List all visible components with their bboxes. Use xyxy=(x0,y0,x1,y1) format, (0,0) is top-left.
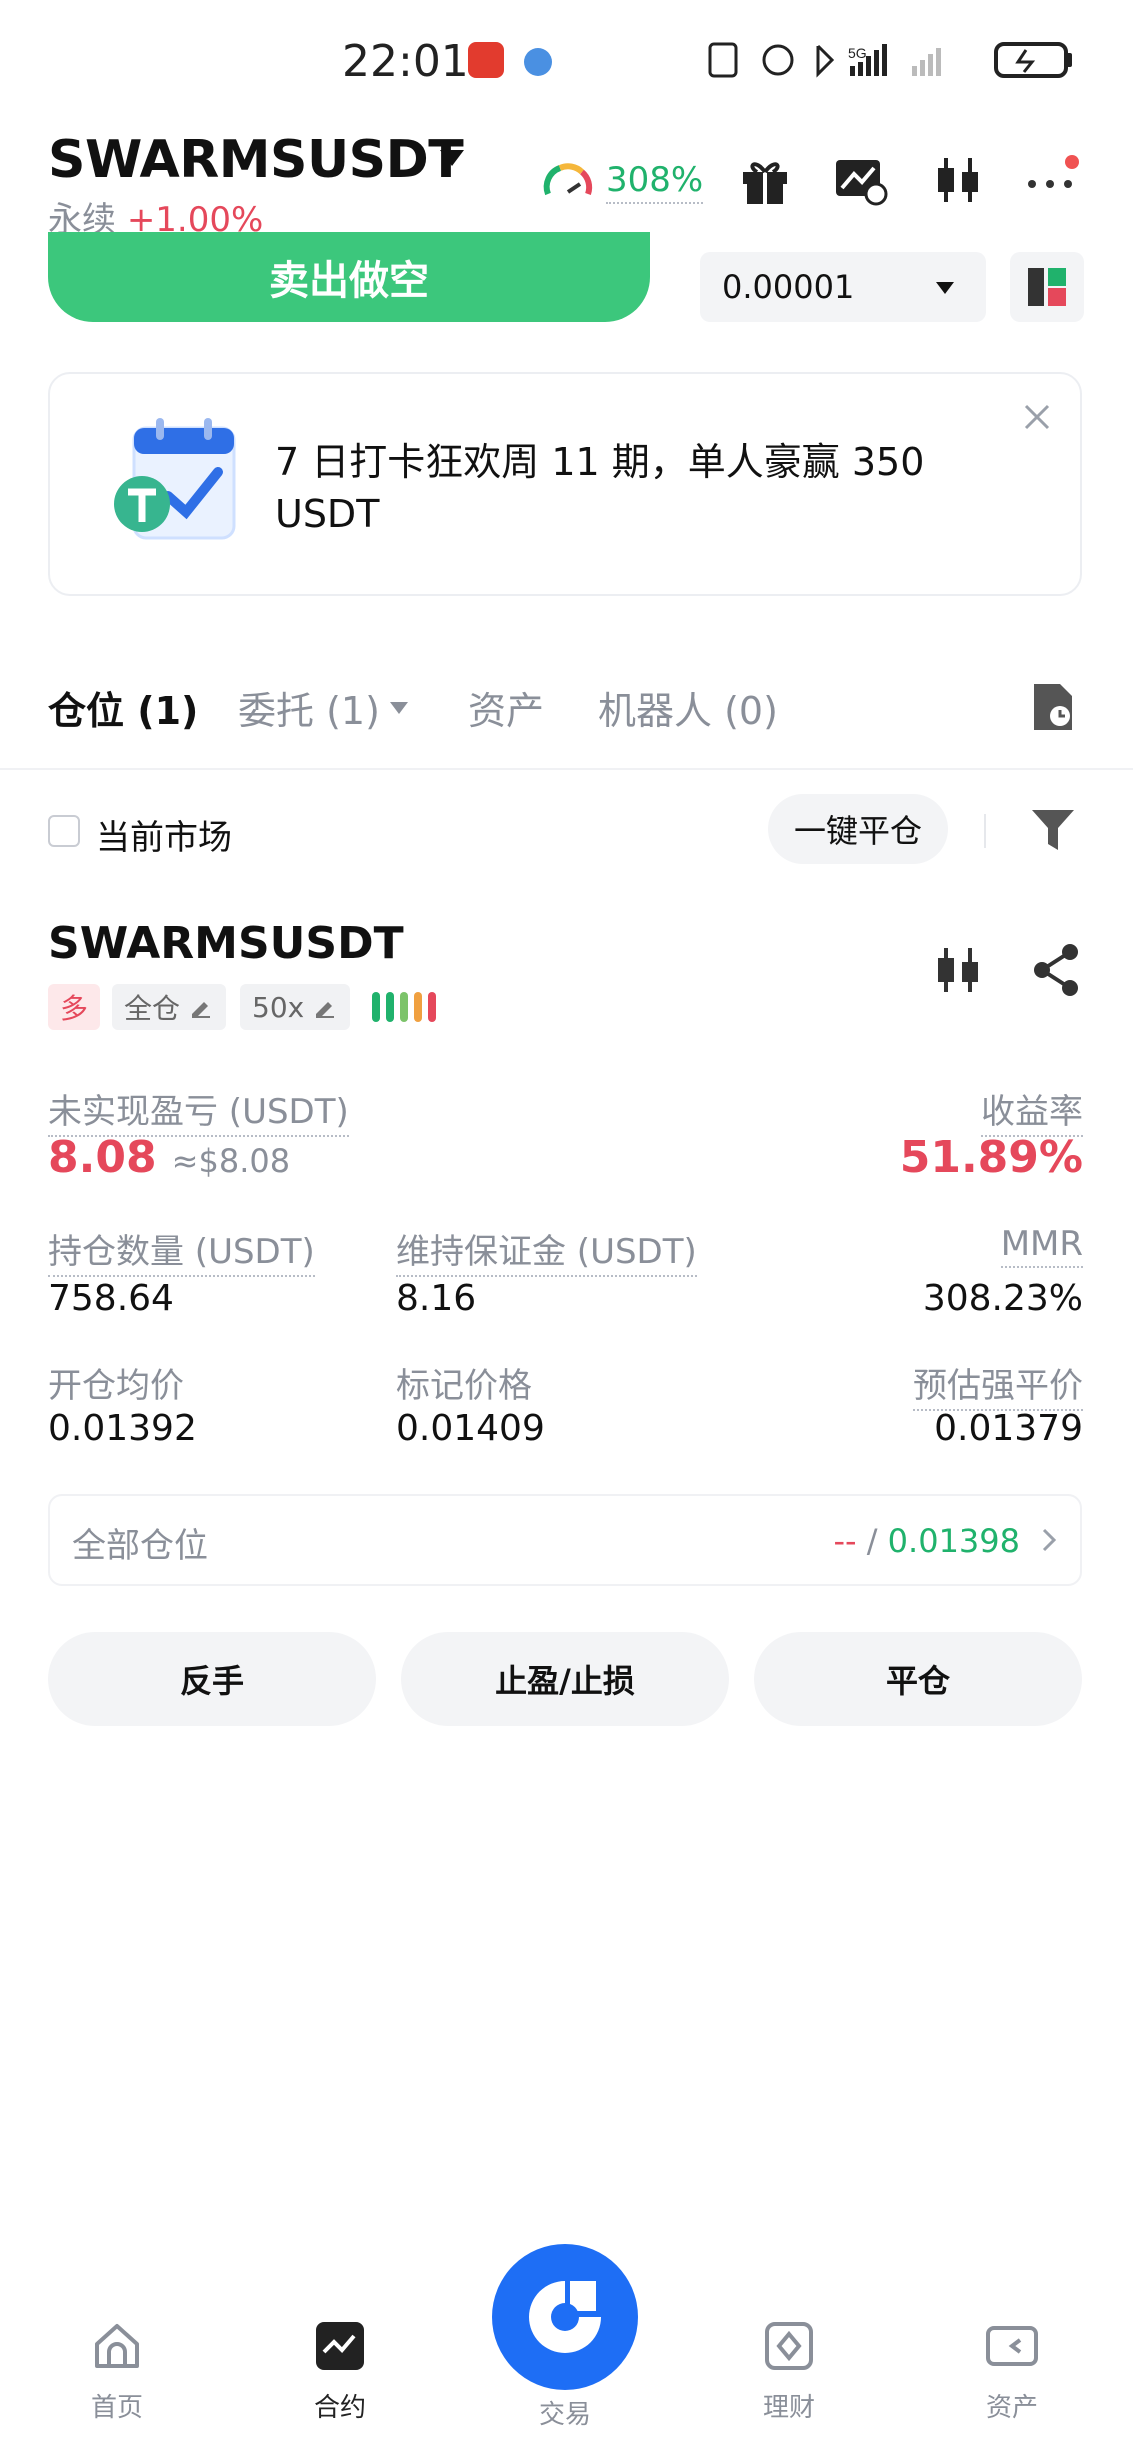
nav-futures[interactable]: 合约 xyxy=(280,2320,400,2424)
mark-label: 标记价格 xyxy=(396,1366,532,1406)
nav-earn[interactable]: 理财 xyxy=(729,2320,849,2424)
current-market-label: 当前市场 xyxy=(96,818,232,858)
nav-futures-label: 合约 xyxy=(313,2393,366,2423)
browser-notification-icon xyxy=(524,48,552,76)
mark-value: 0.01409 xyxy=(396,1408,545,1449)
pair-title[interactable]: SWARMSUSDT xyxy=(48,130,464,190)
entry-value: 0.01392 xyxy=(48,1408,197,1449)
more-icon[interactable] xyxy=(1022,150,1082,210)
divider xyxy=(984,814,986,848)
banner-text: 7 日打卡狂欢周 11 期，单人豪赢 350 USDT xyxy=(275,440,925,536)
current-market-checkbox[interactable] xyxy=(48,815,80,847)
svg-text:5G: 5G xyxy=(848,45,867,61)
tabs-divider xyxy=(0,768,1133,770)
nav-assets[interactable]: 资产 xyxy=(952,2320,1072,2424)
chevron-right-icon xyxy=(1042,1528,1057,1552)
roe-value: 51.89% xyxy=(899,1132,1083,1183)
earn-icon xyxy=(765,2322,813,2370)
position-chart-icon[interactable] xyxy=(928,940,988,1000)
app-notification-icon xyxy=(468,42,504,78)
position-symbol: SWARMSUSDT xyxy=(48,918,404,969)
adl-indicator xyxy=(372,992,442,1026)
size-label: 持仓数量 (USDT) xyxy=(48,1224,315,1277)
close-icon[interactable] xyxy=(1020,400,1054,434)
trade-icon xyxy=(529,2281,601,2353)
tab-positions[interactable]: 仓位 (1) xyxy=(48,680,198,735)
upnl-usd: ≈$8.08 xyxy=(171,1142,291,1180)
orders-dropdown-icon[interactable] xyxy=(390,702,408,714)
trade-button[interactable] xyxy=(492,2244,638,2390)
edit-icon xyxy=(316,1002,335,1018)
calendar-promo-icon xyxy=(114,418,236,540)
tpsl-button[interactable]: 止盈/止损 xyxy=(401,1632,729,1726)
status-bar: 22:01 5G xyxy=(0,0,1133,120)
all-positions-row[interactable]: 全部仓位 -- / 0.01398 xyxy=(48,1494,1082,1586)
tab-assets[interactable]: 资产 xyxy=(468,680,544,735)
status-time: 22:01 xyxy=(342,36,469,87)
reverse-button[interactable]: 反手 xyxy=(48,1632,376,1726)
chevron-down-icon xyxy=(936,282,954,294)
promo-banner[interactable]: 7 日打卡狂欢周 11 期，单人豪赢 350 USDT xyxy=(48,372,1082,596)
tab-orders[interactable]: 委托 (1) xyxy=(238,680,380,735)
all-positions-values: -- / 0.01398 xyxy=(833,1522,1020,1560)
nav-home[interactable]: 首页 xyxy=(57,2320,177,2424)
margin-mode-badge[interactable]: 全仓 xyxy=(112,984,227,1030)
gift-icon[interactable] xyxy=(735,150,795,210)
maint-margin-label: 维持保证金 (USDT) xyxy=(396,1224,697,1277)
nav-home-label: 首页 xyxy=(90,2393,143,2423)
edit-icon xyxy=(192,1002,211,1018)
layout-toggle-icon[interactable] xyxy=(1010,252,1084,322)
size-value: 758.64 xyxy=(48,1278,174,1319)
price-step-select[interactable]: 0.00001 xyxy=(700,252,986,322)
home-icon xyxy=(95,2324,139,2368)
all-positions-right: 0.01398 xyxy=(887,1522,1020,1560)
futures-icon xyxy=(316,2322,364,2370)
tab-bots[interactable]: 机器人 (0) xyxy=(598,680,778,735)
liq-label: 预估强平价 xyxy=(913,1358,1083,1411)
upnl-value: 8.08 xyxy=(48,1132,157,1183)
all-positions-left: -- xyxy=(833,1522,857,1560)
nav-earn-label: 理财 xyxy=(762,2393,815,2423)
system-status-icons: 5G xyxy=(708,42,1072,78)
history-icon[interactable] xyxy=(1030,680,1076,734)
chart-alert-icon[interactable] xyxy=(830,150,890,210)
nav-trade-label[interactable]: 交易 xyxy=(505,2394,625,2431)
gauge-icon[interactable] xyxy=(540,158,596,214)
gauge-value[interactable]: 308% xyxy=(606,160,704,204)
margin-mode-label: 全仓 xyxy=(124,992,181,1025)
mmr-label: MMR xyxy=(1000,1224,1083,1268)
nav-assets-label: 资产 xyxy=(985,2393,1038,2423)
leverage-badge[interactable]: 50x xyxy=(240,984,351,1030)
share-icon[interactable] xyxy=(1026,940,1086,1000)
liq-value: 0.01379 xyxy=(934,1408,1083,1449)
leverage-label: 50x xyxy=(252,990,305,1024)
mmr-value: 308.23% xyxy=(922,1278,1083,1319)
roe-label: 收益率 xyxy=(981,1084,1083,1137)
maint-margin-value: 8.16 xyxy=(396,1278,477,1319)
upnl-label: 未实现盈亏 (USDT) xyxy=(48,1084,349,1137)
price-step-value: 0.00001 xyxy=(722,268,855,306)
filter-icon[interactable] xyxy=(1030,806,1076,854)
pair-dropdown-icon[interactable] xyxy=(440,150,464,166)
close-position-button[interactable]: 平仓 xyxy=(754,1632,1082,1726)
wallet-icon xyxy=(986,2326,1038,2366)
all-positions-label: 全部仓位 xyxy=(72,1526,208,1566)
close-all-button[interactable]: 一键平仓 xyxy=(768,794,948,864)
sell-short-button[interactable]: 卖出做空 xyxy=(48,232,650,322)
all-positions-sep: / xyxy=(866,1522,878,1560)
upnl-row: 8.08 ≈$8.08 xyxy=(48,1132,290,1183)
entry-label: 开仓均价 xyxy=(48,1366,184,1406)
side-badge: 多 xyxy=(48,984,101,1030)
candlestick-icon[interactable] xyxy=(928,150,988,210)
